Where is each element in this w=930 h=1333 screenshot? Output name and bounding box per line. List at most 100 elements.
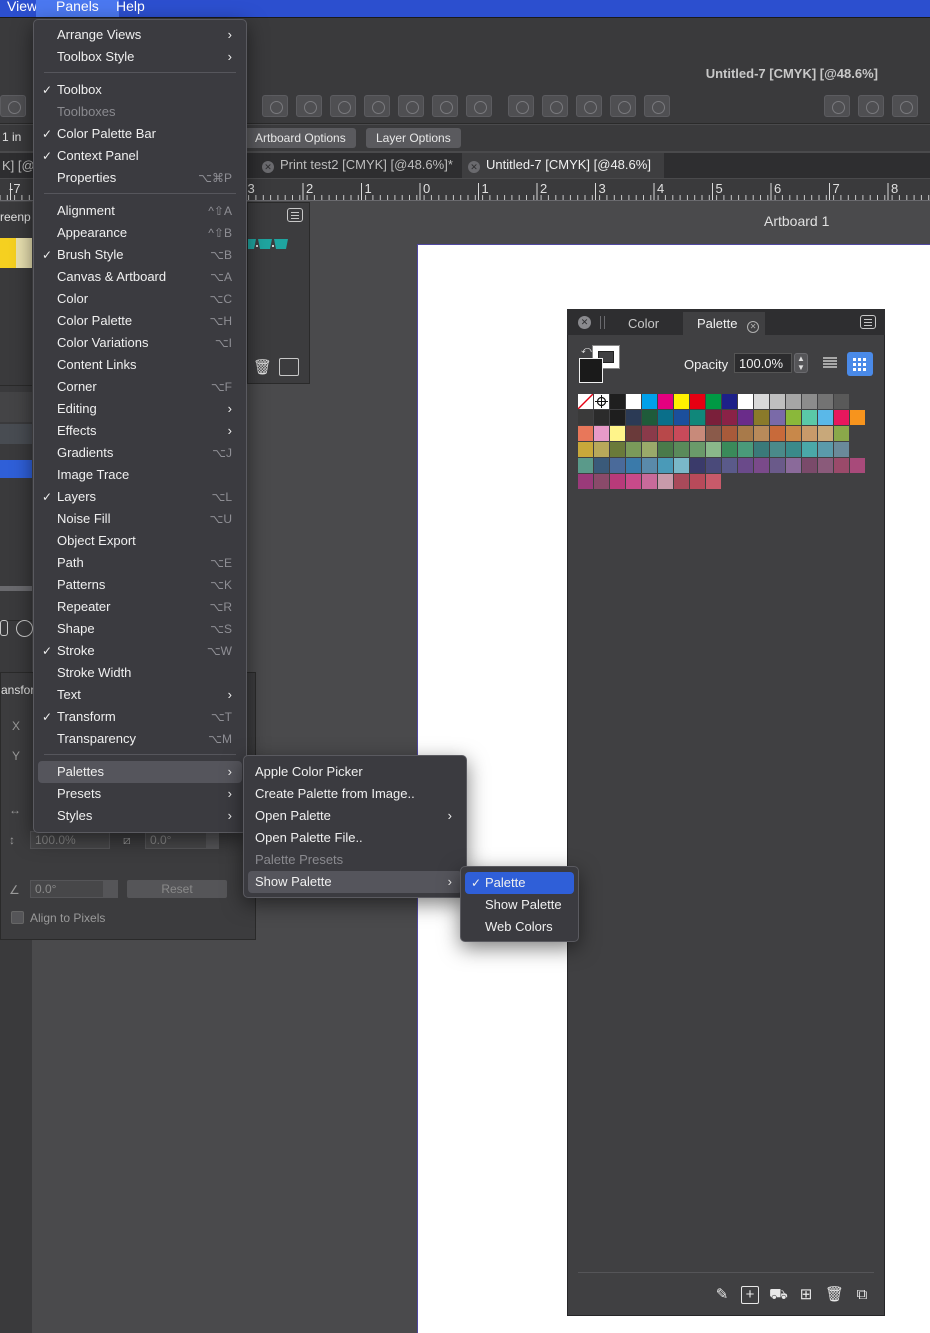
swatch[interactable]	[706, 442, 721, 457]
trash-icon[interactable]: 🗑	[253, 358, 272, 376]
swatch[interactable]	[642, 458, 657, 473]
swatch-registration[interactable]	[594, 394, 609, 409]
swatch[interactable]	[834, 442, 849, 457]
swatch[interactable]	[818, 410, 833, 425]
swatch[interactable]	[578, 458, 593, 473]
menu-item-canvas-artboard[interactable]: Canvas & Artboard ⌥A	[38, 266, 242, 288]
toolbar-button[interactable]	[262, 95, 288, 117]
toolbar-button[interactable]	[610, 95, 636, 117]
menu-item-presets[interactable]: Presets ›	[38, 783, 242, 805]
menu-item-styles[interactable]: Styles ›	[38, 805, 242, 827]
swatch[interactable]	[642, 410, 657, 425]
swatch[interactable]	[818, 426, 833, 441]
swatch[interactable]	[674, 410, 689, 425]
menu-item-show-palette[interactable]: Show Palette	[465, 894, 574, 916]
menu-item-patterns[interactable]: Patterns ⌥K	[38, 574, 242, 596]
toolbar-button[interactable]	[644, 95, 670, 117]
swatch[interactable]	[594, 426, 609, 441]
toolbar-button[interactable]	[0, 95, 26, 117]
swatch[interactable]	[610, 426, 625, 441]
menu-item-palette[interactable]: ✓ Palette	[465, 872, 574, 894]
selected-layer-row[interactable]	[0, 460, 32, 478]
toolbar-button[interactable]	[892, 95, 918, 117]
toolbar-button[interactable]	[364, 95, 390, 117]
menu-item-corner[interactable]: Corner ⌥F	[38, 376, 242, 398]
swatch[interactable]	[802, 410, 817, 425]
close-icon[interactable]: ✕	[262, 161, 274, 173]
tab-print-test2[interactable]: ✕ Print test2 [CMYK] [@48.6%]*	[256, 153, 460, 178]
menu-item-arrange-views[interactable]: Arrange Views ›	[38, 24, 242, 46]
menu-panels[interactable]: Panels	[36, 0, 119, 17]
swap-icon[interactable]: ⤺	[581, 345, 592, 356]
swatch[interactable]	[818, 458, 833, 473]
menu-item-palettes[interactable]: Palettes ›	[38, 761, 242, 783]
menu-item-shape[interactable]: Shape ⌥S	[38, 618, 242, 640]
swatch[interactable]	[722, 442, 737, 457]
menu-item-web-colors[interactable]: Web Colors	[465, 916, 574, 938]
swatch[interactable]	[786, 442, 801, 457]
swatch[interactable]	[690, 442, 705, 457]
swatch[interactable]	[722, 458, 737, 473]
swatch[interactable]	[834, 458, 849, 473]
menu-item-text[interactable]: Text ›	[38, 684, 242, 706]
list-view-icon[interactable]	[822, 356, 838, 370]
swatch[interactable]	[626, 426, 641, 441]
scrollbar[interactable]	[0, 586, 32, 591]
menu-item-toolbox[interactable]: ✓ Toolbox	[38, 79, 242, 101]
scale-field[interactable]: 100.0%	[30, 831, 110, 849]
panel-menu-icon[interactable]	[860, 315, 876, 329]
swatch[interactable]	[770, 426, 785, 441]
swatch[interactable]	[594, 442, 609, 457]
swatch[interactable]	[578, 442, 593, 457]
close-icon[interactable]: ✕	[747, 321, 760, 333]
swatch[interactable]	[706, 426, 721, 441]
swatch[interactable]	[626, 394, 641, 409]
menu-item-color-palette[interactable]: Color Palette ⌥H	[38, 310, 242, 332]
swatch[interactable]	[786, 394, 801, 409]
trash-icon[interactable]: 🗑	[825, 1286, 844, 1304]
menu-item-path[interactable]: Path ⌥E	[38, 552, 242, 574]
menu-item-open-palette[interactable]: Open Palette ›	[248, 805, 462, 827]
swatch[interactable]	[754, 410, 769, 425]
swatch[interactable]	[786, 410, 801, 425]
tool-icon[interactable]	[0, 620, 8, 636]
swatch[interactable]	[642, 474, 657, 489]
swatch[interactable]	[786, 426, 801, 441]
opacity-field[interactable]: 100.0%	[734, 353, 792, 373]
swatch[interactable]	[642, 426, 657, 441]
swatch[interactable]	[690, 426, 705, 441]
swatch[interactable]	[754, 458, 769, 473]
toolbar-button[interactable]	[824, 95, 850, 117]
swatch[interactable]	[610, 410, 625, 425]
swatch[interactable]	[690, 458, 705, 473]
swatch[interactable]	[850, 410, 865, 425]
swatch[interactable]	[690, 474, 705, 489]
swatch[interactable]	[594, 410, 609, 425]
menu-item-image-trace[interactable]: Image Trace	[38, 464, 242, 486]
swatch[interactable]	[594, 474, 609, 489]
swatch[interactable]	[722, 410, 737, 425]
close-icon[interactable]: ✕	[468, 161, 480, 173]
swatch[interactable]	[802, 442, 817, 457]
menu-item-apple-color-picker[interactable]: Apple Color Picker	[248, 761, 462, 783]
swatch[interactable]	[626, 410, 641, 425]
swatch[interactable]	[802, 458, 817, 473]
rotation-field[interactable]: 0.0°	[30, 880, 104, 898]
toolbar-button[interactable]	[330, 95, 356, 117]
toolbar-button[interactable]	[432, 95, 458, 117]
menu-item-effects[interactable]: Effects ›	[38, 420, 242, 442]
menu-item-layers[interactable]: ✓ Layers ⌥L	[38, 486, 242, 508]
menu-item-color[interactable]: Color ⌥C	[38, 288, 242, 310]
swatch[interactable]	[658, 458, 673, 473]
swatch[interactable]	[690, 410, 705, 425]
fill-swatch[interactable]	[579, 358, 603, 383]
swatch[interactable]	[674, 458, 689, 473]
menu-item-show-palette[interactable]: Show Palette ›	[248, 871, 462, 893]
menu-item-brush-style[interactable]: ✓ Brush Style ⌥B	[38, 244, 242, 266]
swatch[interactable]	[770, 410, 785, 425]
swatch[interactable]	[770, 394, 785, 409]
swatch[interactable]	[610, 474, 625, 489]
menu-view[interactable]: View	[7, 0, 37, 14]
align-to-pixels-checkbox[interactable]	[11, 911, 24, 924]
toolbar-button[interactable]	[858, 95, 884, 117]
